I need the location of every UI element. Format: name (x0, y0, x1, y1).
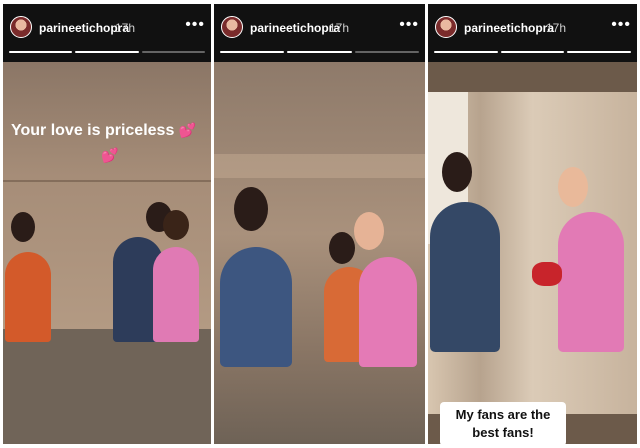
fan-figure (430, 202, 500, 352)
avatar[interactable] (221, 16, 243, 38)
story-header: parineetichopra 17h ••• (214, 4, 425, 62)
story-panel-3[interactable]: parineetichopra 17h ••• My fans are the … (428, 4, 637, 444)
story-image (214, 62, 425, 444)
fan-figure (220, 247, 292, 367)
more-options-icon[interactable]: ••• (611, 16, 631, 34)
progress-bars (434, 51, 632, 53)
story-caption: Your love is priceless 💕 💕 (11, 118, 211, 168)
story-image: Your love is priceless 💕 💕 (3, 62, 211, 444)
actress-head (558, 167, 588, 207)
actress-figure (359, 257, 417, 367)
heart-icon: 💕 (101, 147, 119, 163)
more-options-icon[interactable]: ••• (399, 16, 419, 34)
avatar[interactable] (10, 16, 32, 38)
actress-figure (558, 212, 624, 352)
actress-head (354, 212, 384, 250)
story-caption: My fans are the best fans! (440, 402, 566, 444)
timestamp: 17h (546, 21, 567, 35)
story-image: My fans are the best fans! (428, 62, 637, 444)
story-header: parineetichopra 17h ••• (428, 4, 637, 62)
progress-bar (141, 51, 205, 53)
username[interactable]: parineetichopra (464, 21, 554, 35)
progress-bar (287, 51, 352, 53)
caption-text: Your love is priceless (11, 122, 175, 139)
progress-bar (75, 51, 139, 53)
story-header: parineetichopra 17h ••• (3, 4, 211, 62)
story-panel-2[interactable]: parineetichopra 17h ••• (214, 4, 425, 444)
more-options-icon[interactable]: ••• (185, 16, 205, 34)
wall-highlight (214, 154, 425, 178)
actress-head (163, 210, 189, 240)
fan-head (234, 187, 268, 231)
progress-bars (220, 51, 419, 53)
progress-bars (9, 51, 205, 53)
progress-bar (567, 51, 632, 53)
progress-bar (434, 51, 498, 53)
username[interactable]: parineetichopra (250, 21, 340, 35)
wall-line (3, 180, 211, 182)
story-panel-1[interactable]: parineetichopra 17h ••• Your love is pri… (3, 4, 211, 444)
timestamp: 17h (115, 21, 136, 35)
floor (3, 329, 211, 444)
progress-bar (500, 51, 565, 53)
flower-bouquet (532, 262, 562, 286)
progress-bar (354, 51, 419, 53)
heart-icon: 💕 (178, 122, 197, 138)
fan-head (442, 152, 472, 192)
progress-bar (9, 51, 73, 53)
timestamp: 17h (329, 21, 350, 35)
progress-bar (220, 51, 285, 53)
actress-figure (153, 247, 199, 342)
fan-figure (5, 252, 51, 342)
fan-head (329, 232, 355, 264)
fan-head (11, 212, 35, 242)
avatar[interactable] (435, 16, 457, 38)
